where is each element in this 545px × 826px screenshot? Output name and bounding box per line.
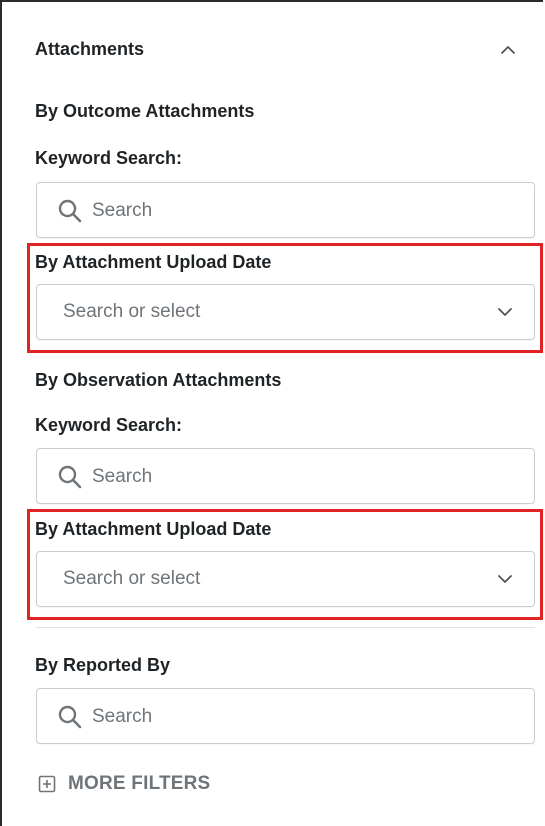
- attachments-filter-panel: Attachments By Outcome Attachments Keywo…: [0, 0, 543, 826]
- chevron-down-icon: [498, 308, 512, 316]
- chevron-up-icon[interactable]: [498, 40, 518, 60]
- search-icon: [58, 465, 82, 489]
- outcome-keyword-label: Keyword Search:: [35, 148, 183, 168]
- plus-square-icon: [38, 775, 56, 793]
- outcome-keyword-search-input[interactable]: Search: [36, 182, 535, 238]
- section-divider: [36, 627, 535, 628]
- more-filters-label: MORE FILTERS: [68, 773, 211, 794]
- outcome-upload-date-label: By Attachment Upload Date: [35, 252, 272, 272]
- search-placeholder: Search: [92, 200, 153, 221]
- chevron-down-icon: [498, 575, 512, 583]
- reported-by-label: By Reported By: [35, 655, 171, 675]
- section-title: Attachments: [35, 39, 145, 59]
- outcome-upload-date-select[interactable]: Search or select: [36, 284, 535, 340]
- search-icon: [58, 705, 82, 729]
- reported-by-search-input[interactable]: Search: [36, 688, 535, 744]
- select-placeholder: Search or select: [63, 568, 201, 589]
- search-placeholder: Search: [92, 706, 153, 727]
- select-placeholder: Search or select: [63, 301, 201, 322]
- search-placeholder: Search: [92, 466, 153, 487]
- observation-keyword-label: Keyword Search:: [35, 415, 183, 435]
- search-icon: [58, 199, 82, 223]
- outcome-attachments-heading: By Outcome Attachments: [35, 101, 255, 121]
- observation-upload-date-label: By Attachment Upload Date: [35, 519, 272, 539]
- observation-upload-date-select[interactable]: Search or select: [36, 551, 535, 607]
- more-filters-button[interactable]: MORE FILTERS: [38, 772, 210, 796]
- observation-keyword-search-input[interactable]: Search: [36, 448, 535, 504]
- observation-attachments-heading: By Observation Attachments: [35, 370, 282, 390]
